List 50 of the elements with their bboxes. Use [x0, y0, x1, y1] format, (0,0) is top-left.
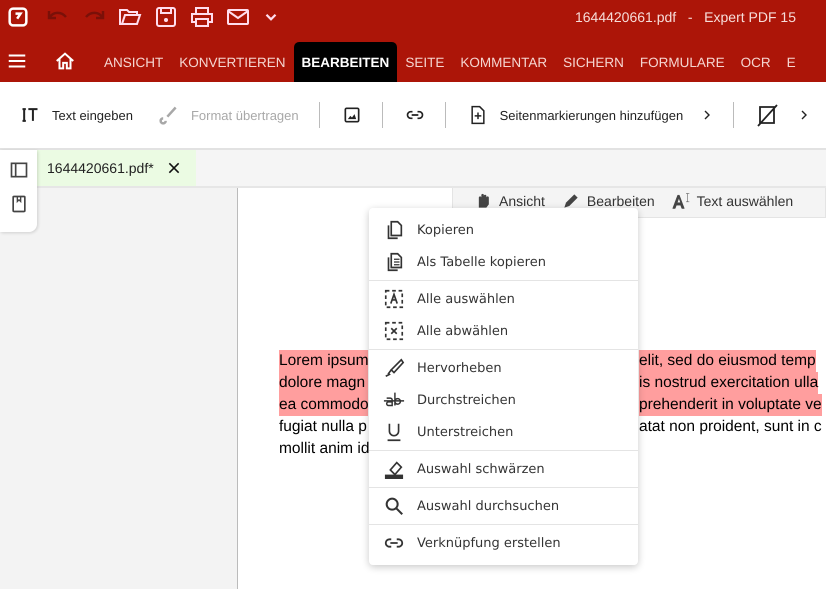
home-icon[interactable]: [54, 50, 76, 72]
menu-item[interactable]: Alle auswählen: [369, 283, 638, 315]
toolbar-button[interactable]: Seitenmarkierungen hinzufügen: [462, 101, 720, 129]
menu-item[interactable]: Durchstreichen: [369, 384, 638, 416]
menu-item[interactable]: Auswahl durchsuchen: [369, 490, 638, 522]
ribbon-tab[interactable]: SEITE: [397, 42, 452, 82]
printer-icon[interactable]: [190, 5, 214, 29]
menu-item[interactable]: Alle abwählen: [369, 315, 638, 347]
image-icon: [342, 105, 362, 125]
page-tool-button[interactable]: Ansicht: [473, 191, 545, 211]
crop-icon: [756, 103, 780, 127]
search-icon: [383, 495, 405, 517]
menu-item[interactable]: Als Tabelle kopieren: [369, 246, 638, 278]
highlighter-icon: [383, 357, 405, 379]
menu-item[interactable]: Unterstreichen: [369, 416, 638, 448]
text-cursor-icon: [20, 105, 40, 125]
ribbon-tab[interactable]: KOMMENTAR: [452, 42, 556, 82]
app-logo-icon: [8, 7, 28, 27]
ribbon-tab[interactable]: OCR: [732, 42, 779, 82]
document-tab-title: 1644420661.pdf*: [47, 160, 154, 176]
highlighted-text: is nostrud exercitation ulla: [639, 372, 818, 394]
highlighted-text: mollit anim id: [279, 439, 368, 459]
ribbon-tab[interactable]: BEARBEITEN: [294, 42, 398, 82]
highlighted-text: ea commodo: [279, 394, 368, 416]
menu-item[interactable]: Kopieren: [369, 214, 638, 246]
save-icon[interactable]: [154, 5, 178, 29]
highlighted-text: dolore magn: [279, 372, 368, 394]
highlighted-text: elit, sed do eiusmod temp: [639, 350, 816, 372]
menu-item[interactable]: Auswahl schwärzen: [369, 453, 638, 485]
ribbon-tab[interactable]: ANSICHT: [96, 42, 172, 82]
sidebar-panel-icon[interactable]: [8, 160, 28, 180]
toolbar-button[interactable]: Text eingeben: [14, 101, 139, 129]
select-all-icon: [383, 288, 405, 310]
window-title: 1644420661.pdf - Expert PDF 15: [574, 9, 796, 25]
brush-icon: [158, 105, 179, 125]
ribbon-tab[interactable]: FORMULARE: [632, 42, 733, 82]
menu-item[interactable]: Hervorheben: [369, 352, 638, 384]
text-select-icon: [670, 191, 691, 211]
highlighted-text: Lorem ipsum: [279, 350, 368, 372]
highlighted-text: fugiat nulla p: [279, 417, 368, 437]
document-tab[interactable]: 1644420661.pdf*: [37, 150, 196, 186]
page-tool-button[interactable]: Text auswählen: [670, 191, 794, 211]
ribbon-tab[interactable]: KONVERTIEREN: [171, 42, 294, 82]
ribbon-tab[interactable]: SICHERN: [555, 42, 632, 82]
page-tool-button[interactable]: Bearbeiten: [560, 191, 655, 211]
deselect-icon: [383, 320, 405, 342]
highlighted-text: prehenderit in voluptate ve: [639, 394, 822, 416]
ribbon-tab[interactable]: E: [778, 42, 804, 82]
menu-item[interactable]: Verknüpfung erstellen: [369, 527, 638, 559]
highlighted-text: atat non proident, sunt in c: [639, 417, 822, 437]
